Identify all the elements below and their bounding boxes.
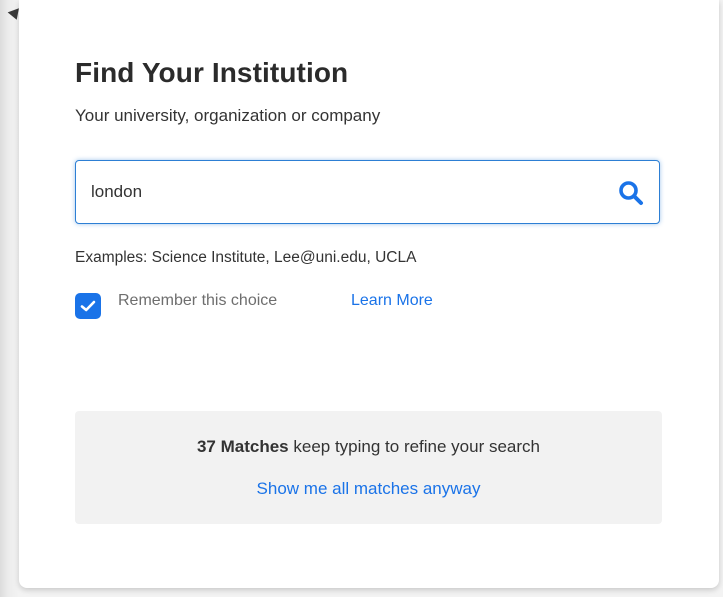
show-all-matches-link[interactable]: Show me all matches anyway: [75, 479, 662, 499]
search-input[interactable]: [91, 161, 591, 223]
matches-hint: keep typing to refine your search: [288, 437, 541, 456]
matches-line: 37 Matches keep typing to refine your se…: [75, 437, 662, 457]
results-summary: 37 Matches keep typing to refine your se…: [75, 411, 662, 524]
remember-label: Remember this choice: [118, 292, 278, 309]
examples-text: Examples: Science Institute, Lee@uni.edu…: [75, 249, 417, 266]
search-icon[interactable]: [617, 179, 645, 207]
page-title: Find Your Institution: [75, 57, 349, 88]
learn-more-link[interactable]: Learn More: [351, 292, 433, 310]
remember-checkbox[interactable]: [75, 293, 101, 319]
page: Find Your Institution Your university, o…: [0, 0, 723, 597]
page-subtitle: Your university, organization or company: [75, 106, 381, 125]
institution-panel: Find Your Institution Your university, o…: [19, 0, 719, 588]
search-box[interactable]: [75, 160, 660, 224]
checkmark-icon: [80, 300, 96, 312]
matches-count: 37 Matches: [196, 437, 289, 456]
